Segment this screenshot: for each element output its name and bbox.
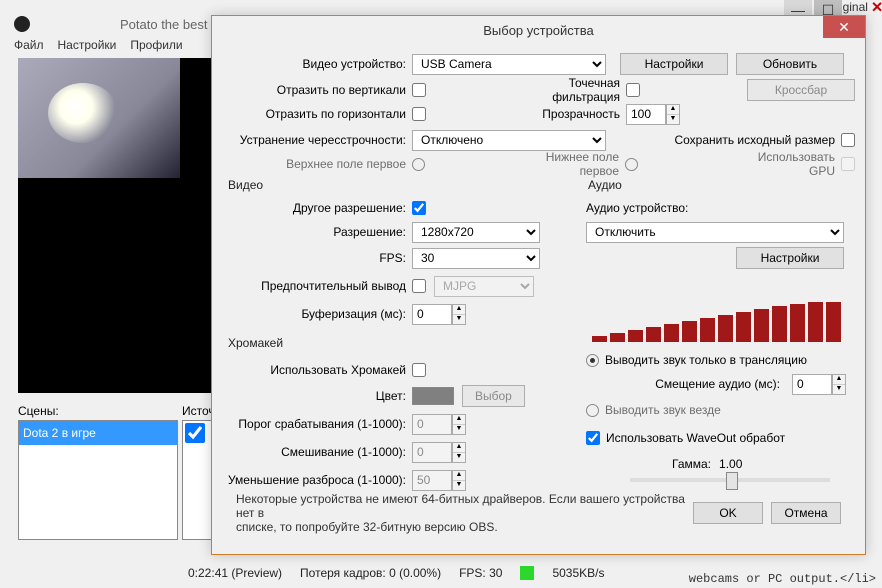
close-tab-icon[interactable]: ✕ bbox=[871, 0, 882, 15]
fps-label: FPS: bbox=[222, 251, 412, 265]
pref-out-select: MJPG bbox=[434, 276, 534, 297]
bg-tab-text: ginal bbox=[843, 0, 868, 14]
pick-color-button: Выбор bbox=[462, 385, 525, 407]
flip-h-checkbox[interactable] bbox=[412, 107, 426, 121]
refresh-button[interactable]: Обновить bbox=[736, 53, 844, 75]
audio-device-select[interactable]: Отключить bbox=[586, 222, 844, 243]
waveout-checkbox[interactable] bbox=[586, 431, 600, 445]
chroma-group-label: Хромакей bbox=[228, 336, 283, 350]
blend-label: Смешивание (1-1000): bbox=[222, 445, 412, 459]
use-gpu-checkbox bbox=[841, 157, 855, 171]
pref-out-label: Предпочтительный вывод bbox=[222, 279, 412, 293]
custom-res-label: Другое разрешение: bbox=[222, 201, 412, 215]
pref-out-checkbox[interactable] bbox=[412, 279, 426, 293]
fps-select[interactable]: 30 bbox=[412, 248, 540, 269]
sources-list[interactable] bbox=[182, 420, 212, 540]
flip-h-label: Отразить по горизонтали bbox=[222, 107, 412, 121]
status-indicator bbox=[520, 566, 534, 580]
keep-size-label: Сохранить исходный размер bbox=[671, 133, 841, 147]
scenes-label: Сцены: bbox=[18, 404, 59, 418]
status-bitrate: 5035KB/s bbox=[552, 566, 604, 580]
out-all-radio[interactable] bbox=[586, 404, 599, 417]
flip-v-label: Отразить по вертикали bbox=[222, 83, 412, 97]
point-filter-label: Точечная фильтрация bbox=[546, 76, 626, 104]
gamma-slider[interactable] bbox=[630, 478, 830, 482]
buffer-spin[interactable]: ▲▼ bbox=[412, 304, 466, 325]
audio-settings-button[interactable]: Настройки bbox=[736, 247, 844, 269]
deint-label: Устранение чересстрочности: bbox=[222, 133, 412, 147]
video-group-label: Видео bbox=[228, 178, 263, 192]
resolution-label: Разрешение: bbox=[222, 225, 412, 239]
audio-group-label: Аудио bbox=[588, 178, 622, 192]
video-device-label: Видео устройство: bbox=[222, 57, 412, 71]
dialog-close-button[interactable]: ✕ bbox=[823, 16, 865, 38]
resolution-select[interactable]: 1280x720 bbox=[412, 222, 540, 243]
use-chroma-label: Использовать Хромакей bbox=[222, 363, 412, 377]
flip-v-checkbox[interactable] bbox=[412, 83, 426, 97]
use-gpu-label: Использовать GPU bbox=[731, 150, 841, 178]
audio-offset-label: Смещение аудио (мс): bbox=[655, 377, 786, 391]
device-dialog: Выбор устройства ✕ Видео устройство: USB… bbox=[211, 15, 866, 555]
opacity-spin[interactable]: ▲▼ bbox=[626, 104, 680, 125]
threshold-spin[interactable]: ▲▼ bbox=[412, 414, 466, 435]
waveout-label: Использовать WaveOut обработ bbox=[606, 431, 785, 445]
video-device-select[interactable]: USB Camera bbox=[412, 54, 606, 75]
bottom-first-label: Нижнее поле первое bbox=[525, 150, 625, 178]
buffer-input[interactable] bbox=[412, 304, 452, 325]
deint-select[interactable]: Отключено bbox=[412, 130, 606, 151]
buffer-label: Буферизация (мс): bbox=[222, 307, 412, 321]
chroma-color-label: Цвет: bbox=[222, 389, 412, 403]
menu-file[interactable]: Файл bbox=[14, 38, 44, 52]
bg-text-bottom: webcams or PC output.</li> bbox=[689, 572, 876, 586]
opacity-input[interactable] bbox=[626, 104, 666, 125]
scene-row[interactable]: Dota 2 в игре bbox=[19, 421, 177, 445]
opacity-label: Прозрачность bbox=[536, 107, 626, 121]
chroma-color-swatch bbox=[412, 387, 454, 405]
dialog-title: Выбор устройства bbox=[212, 16, 865, 44]
audio-meter bbox=[592, 302, 842, 342]
status-time: 0:22:41 (Preview) bbox=[188, 566, 282, 580]
menu-profiles[interactable]: Профили bbox=[130, 38, 182, 52]
threshold-label: Порог срабатывания (1-1000): bbox=[222, 417, 412, 431]
out-stream-radio[interactable] bbox=[586, 354, 599, 367]
custom-res-checkbox[interactable] bbox=[412, 201, 426, 215]
out-stream-label: Выводить звук только в трансляцию bbox=[605, 353, 807, 367]
device-settings-button[interactable]: Настройки bbox=[620, 53, 728, 75]
bottom-first-radio bbox=[625, 158, 638, 171]
ok-button[interactable]: OK bbox=[693, 502, 763, 524]
top-first-label: Верхнее поле первое bbox=[222, 157, 412, 171]
source-visibility-checkbox[interactable] bbox=[185, 423, 205, 443]
crossbar-button: Кроссбар bbox=[747, 79, 855, 101]
top-first-radio bbox=[412, 158, 425, 171]
webcam-thumb bbox=[18, 58, 180, 178]
cancel-button[interactable]: Отмена bbox=[771, 502, 841, 524]
scenes-list[interactable]: Dota 2 в игре bbox=[18, 420, 178, 540]
status-drop: Потеря кадров: 0 (0.00%) bbox=[300, 566, 441, 580]
menu-bar: Файл Настройки Профили bbox=[14, 38, 183, 52]
point-filter-checkbox[interactable] bbox=[626, 83, 640, 97]
blend-spin[interactable]: ▲▼ bbox=[412, 442, 466, 463]
driver-note: Некоторые устройства не имеют 64-битных … bbox=[236, 492, 685, 534]
out-all-label: Выводить звук везде bbox=[605, 403, 727, 417]
keep-size-checkbox[interactable] bbox=[841, 133, 855, 147]
status-fps: FPS: 30 bbox=[459, 566, 502, 580]
spill-spin[interactable]: ▲▼ bbox=[412, 470, 466, 491]
gamma-value: 1.00 bbox=[719, 457, 742, 471]
audio-offset-spin[interactable]: ▲▼ bbox=[792, 374, 846, 395]
gamma-label: Гамма: bbox=[672, 457, 711, 471]
audio-device-label: Аудио устройство: bbox=[586, 201, 688, 215]
menu-settings[interactable]: Настройки bbox=[58, 38, 117, 52]
use-chroma-checkbox[interactable] bbox=[412, 363, 426, 377]
spill-label: Уменьшение разброса (1-1000): bbox=[222, 473, 412, 487]
app-icon bbox=[14, 16, 30, 32]
